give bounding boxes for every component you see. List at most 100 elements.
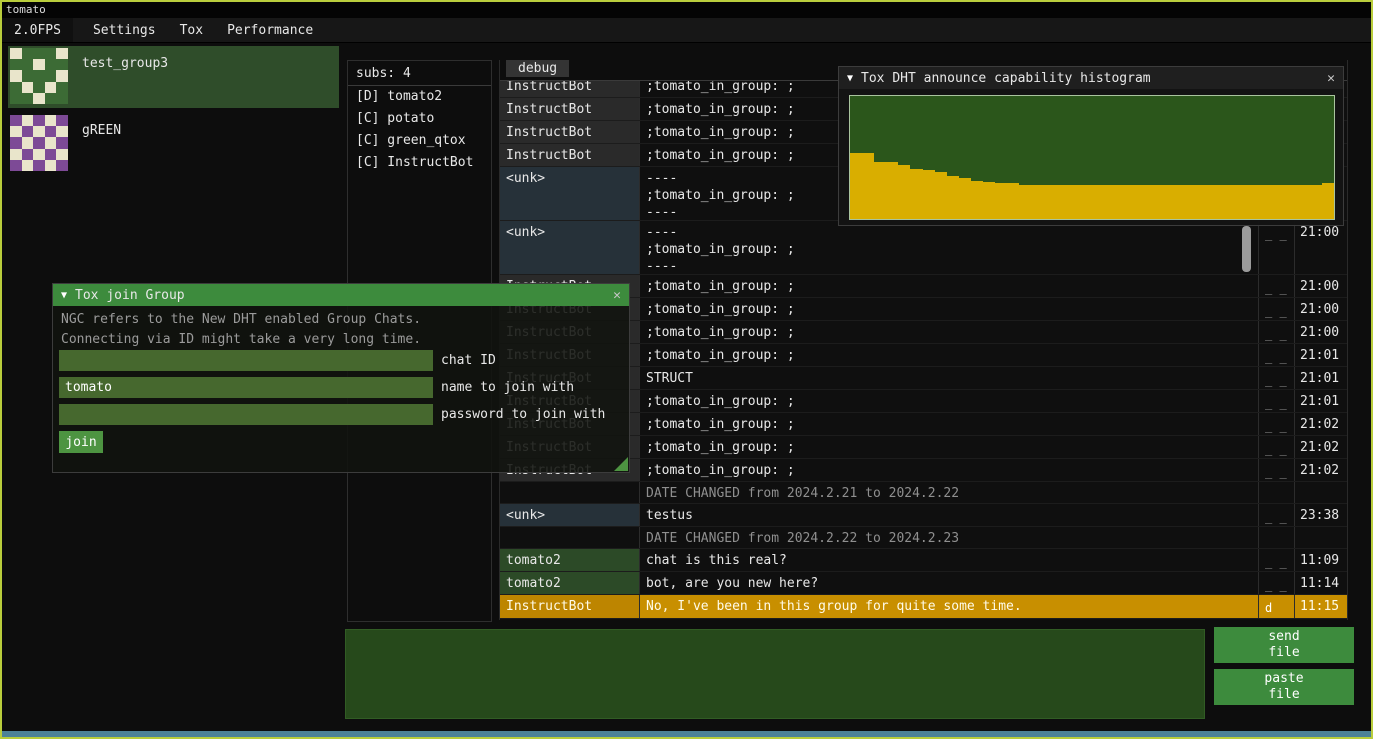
histogram-bar bbox=[1189, 185, 1201, 219]
message-author bbox=[500, 527, 640, 548]
message-author: InstructBot bbox=[500, 98, 640, 120]
message-text: ;tomato_in_group: ; bbox=[640, 413, 1259, 435]
join-info-line: NGC refers to the New DHT enabled Group … bbox=[61, 312, 421, 327]
message-row[interactable]: InstructBotNo, I've been in this group f… bbox=[500, 595, 1347, 619]
message-text: bot, are you new here? bbox=[640, 572, 1259, 594]
group-avatar bbox=[10, 115, 68, 171]
message-author: tomato2 bbox=[500, 549, 640, 571]
histogram-bar bbox=[1213, 185, 1225, 219]
message-time: 21:00 bbox=[1295, 221, 1347, 274]
message-row[interactable]: DATE CHANGED from 2024.2.21 to 2024.2.22 bbox=[500, 482, 1347, 504]
message-author: tomato2 bbox=[500, 572, 640, 594]
group-item-test_group3[interactable]: test_group3 bbox=[8, 46, 339, 108]
message-marks: _ _ bbox=[1259, 504, 1295, 526]
join-password-input[interactable] bbox=[59, 404, 433, 425]
message-text: ;tomato_in_group: ; bbox=[640, 459, 1259, 481]
message-time: 11:14 bbox=[1295, 572, 1347, 594]
close-icon[interactable]: ✕ bbox=[613, 288, 621, 303]
scrollbar[interactable] bbox=[1242, 226, 1251, 272]
histogram-window-header[interactable]: ▼ Tox DHT announce capability histogram … bbox=[839, 67, 1343, 89]
group-name: gREEN bbox=[82, 115, 121, 173]
message-time: 11:09 bbox=[1295, 549, 1347, 571]
message-marks: _ _ bbox=[1259, 367, 1295, 389]
message-text: ;tomato_in_group: ; bbox=[640, 344, 1259, 366]
histogram-bar bbox=[1044, 185, 1056, 219]
message-marks: d bbox=[1259, 595, 1295, 618]
message-author: <unk> bbox=[500, 221, 640, 274]
histogram-bar bbox=[1104, 185, 1116, 219]
message-text: No, I've been in this group for quite so… bbox=[640, 595, 1259, 618]
histogram-bar bbox=[874, 162, 886, 219]
join-button[interactable]: join bbox=[59, 431, 103, 453]
message-row[interactable]: DATE CHANGED from 2024.2.22 to 2024.2.23 bbox=[500, 527, 1347, 549]
message-input[interactable] bbox=[345, 629, 1205, 719]
message-row[interactable]: tomato2chat is this real?_ _11:09 bbox=[500, 549, 1347, 572]
message-time: 21:00 bbox=[1295, 298, 1347, 320]
message-time: 21:01 bbox=[1295, 344, 1347, 366]
histogram-bar bbox=[1019, 185, 1031, 219]
member-item[interactable]: [C] InstructBot bbox=[348, 152, 491, 174]
resize-grip[interactable] bbox=[614, 457, 628, 471]
message-text: ;tomato_in_group: ; bbox=[640, 275, 1259, 297]
member-item[interactable]: [C] green_qtox bbox=[348, 130, 491, 152]
histogram-bar bbox=[1068, 185, 1080, 219]
group-item-gREEN[interactable]: gREEN bbox=[8, 113, 339, 175]
menu-settings[interactable]: Settings bbox=[81, 23, 168, 38]
message-marks: _ _ bbox=[1259, 390, 1295, 412]
histogram-bar bbox=[1273, 185, 1285, 219]
window-titlebar[interactable]: tomato bbox=[2, 2, 1371, 18]
collapse-icon[interactable]: ▼ bbox=[847, 73, 853, 84]
message-row[interactable]: <unk>---- ;tomato_in_group: ; ----_ _21:… bbox=[500, 221, 1347, 275]
histogram-bar bbox=[1164, 185, 1176, 219]
message-text: chat is this real? bbox=[640, 549, 1259, 571]
histogram-bar bbox=[959, 178, 971, 219]
message-text: ;tomato_in_group: ; bbox=[640, 436, 1259, 458]
histogram-bar bbox=[995, 183, 1007, 219]
message-author: InstructBot bbox=[500, 80, 640, 97]
histogram-bar bbox=[1261, 185, 1273, 219]
join-name-input[interactable] bbox=[59, 377, 433, 398]
message-text: STRUCT bbox=[640, 367, 1259, 389]
app-window: tomato 2.0FPS Settings Tox Performance t… bbox=[0, 0, 1373, 739]
menu-performance[interactable]: Performance bbox=[215, 23, 325, 38]
message-time bbox=[1295, 527, 1347, 548]
message-row[interactable]: tomato2bot, are you new here?_ _11:14 bbox=[500, 572, 1347, 595]
message-marks: _ _ bbox=[1259, 549, 1295, 571]
histogram-bar bbox=[1322, 183, 1334, 219]
close-icon[interactable]: ✕ bbox=[1327, 71, 1335, 86]
message-text: ;tomato_in_group: ; bbox=[640, 298, 1259, 320]
histogram-bar bbox=[983, 182, 995, 219]
fps-counter: 2.0FPS bbox=[2, 18, 73, 42]
member-item[interactable]: [C] potato bbox=[348, 108, 491, 130]
window-title: tomato bbox=[6, 3, 46, 16]
message-time: 21:02 bbox=[1295, 436, 1347, 458]
menu-tox[interactable]: Tox bbox=[168, 23, 215, 38]
message-text: testus bbox=[640, 504, 1259, 526]
join-dialog-header[interactable]: ▼ Tox join Group ✕ bbox=[53, 284, 629, 306]
histogram-plot bbox=[849, 95, 1335, 220]
message-row[interactable]: <unk>testus_ _23:38 bbox=[500, 504, 1347, 527]
histogram-bar bbox=[1116, 185, 1128, 219]
histogram-bar bbox=[1152, 185, 1164, 219]
histogram-bar bbox=[850, 153, 862, 219]
member-item[interactable]: [D] tomato2 bbox=[348, 86, 491, 108]
chat-id-input[interactable] bbox=[59, 350, 433, 371]
message-author: InstructBot bbox=[500, 144, 640, 166]
message-marks bbox=[1259, 527, 1295, 548]
histogram-bar bbox=[947, 176, 959, 219]
message-author bbox=[500, 482, 640, 503]
tab-debug[interactable]: debug bbox=[506, 60, 569, 77]
message-time: 11:15 bbox=[1295, 595, 1347, 618]
histogram-bar bbox=[1056, 185, 1068, 219]
message-author: InstructBot bbox=[500, 595, 640, 618]
collapse-icon[interactable]: ▼ bbox=[61, 290, 67, 301]
paste-file-button[interactable]: paste file bbox=[1214, 669, 1354, 705]
message-marks: _ _ bbox=[1259, 459, 1295, 481]
histogram-window-title: Tox DHT announce capability histogram bbox=[861, 71, 1151, 86]
message-marks: _ _ bbox=[1259, 344, 1295, 366]
histogram-bar bbox=[1310, 185, 1322, 219]
bottom-edge-bar bbox=[2, 731, 1371, 737]
send-file-button[interactable]: send file bbox=[1214, 627, 1354, 663]
message-time: 21:01 bbox=[1295, 390, 1347, 412]
members-header: subs: 4 bbox=[348, 61, 491, 85]
